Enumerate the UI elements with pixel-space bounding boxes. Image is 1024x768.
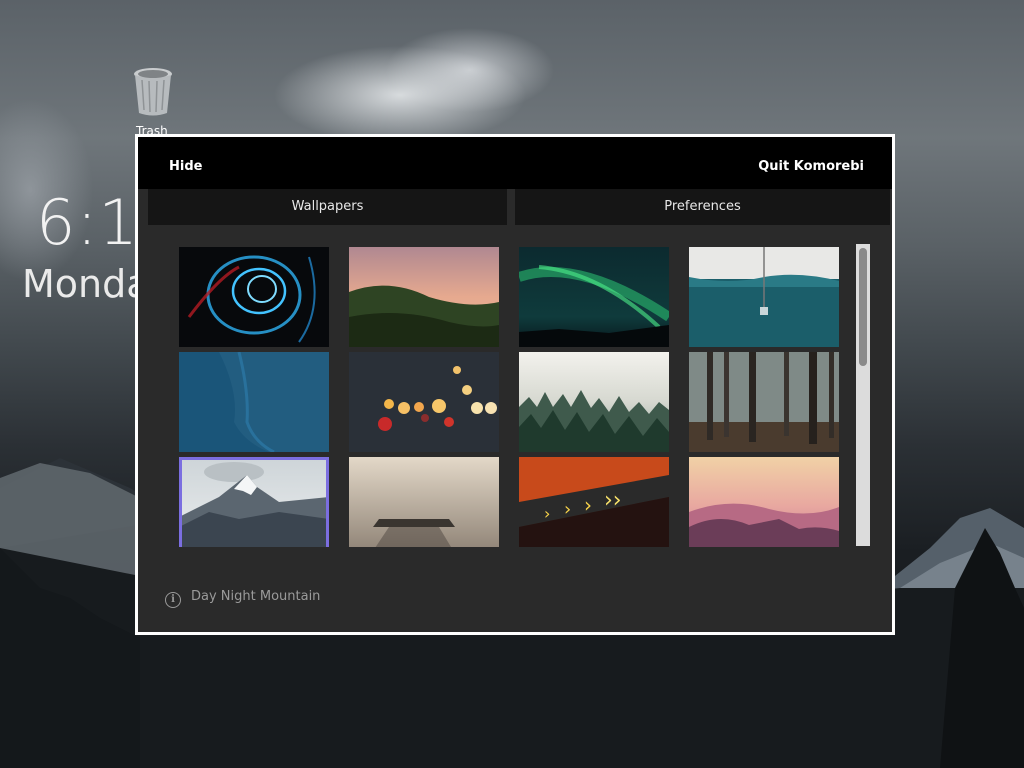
wallpaper-thumb-snowy-mountain-peak[interactable] xyxy=(179,457,329,547)
aurora-borealis-image xyxy=(519,247,669,347)
komorebi-window: Hide Quit Komorebi Wallpapers Preference… xyxy=(135,134,895,635)
selected-wallpaper-name: Day Night Mountain xyxy=(191,589,321,604)
wallpaper-thumb-foggy-pier[interactable] xyxy=(349,457,499,547)
trash-desktop-icon[interactable]: Trash xyxy=(128,66,178,138)
selected-wallpaper-info: i Day Night Mountain xyxy=(165,589,320,608)
wallpaper-grid: › › › ›› xyxy=(138,227,892,547)
foggy-pine-forest-image xyxy=(519,352,669,452)
foggy-pier-image xyxy=(349,457,499,547)
teal-water-lamp-image xyxy=(689,247,839,347)
wallpaper-thumb-city-bokeh-lights[interactable] xyxy=(349,352,499,452)
tab-wallpapers[interactable]: Wallpapers xyxy=(148,189,507,225)
wallpaper-thumb-pink-sunset-mountains[interactable] xyxy=(689,457,839,547)
trash-icon xyxy=(134,68,172,116)
city-bokeh-lights-image xyxy=(349,352,499,452)
wallpaper-thumb-misty-forest-trunks[interactable] xyxy=(689,352,839,452)
window-titlebar: Hide Quit Komorebi xyxy=(138,137,892,189)
wallpaper-thumb-blue-light-swirl[interactable] xyxy=(179,247,329,347)
blue-water-surface-image xyxy=(179,352,329,452)
wallpaper-thumb-tunnel-arrows[interactable]: › › › ›› xyxy=(519,457,669,547)
snowy-mountain-peak-image xyxy=(179,457,329,547)
desktop-clock-day: Monda xyxy=(22,262,150,306)
hide-button[interactable]: Hide xyxy=(169,159,202,174)
desktop-clock-time: 6:1 xyxy=(36,186,139,259)
wallpaper-thumb-foggy-pine-forest[interactable] xyxy=(519,352,669,452)
wallpaper-thumb-aurora-borealis[interactable] xyxy=(519,247,669,347)
quit-komorebi-button[interactable]: Quit Komorebi xyxy=(758,159,864,174)
wallpaper-thumb-teal-water-lamp[interactable] xyxy=(689,247,839,347)
pink-sunset-mountains-image xyxy=(689,457,839,547)
wallpaper-thumb-blue-water-surface[interactable] xyxy=(179,352,329,452)
wallpaper-thumb-sunset-hills[interactable] xyxy=(349,247,499,347)
info-icon: i xyxy=(165,592,181,608)
svg-text:›: › xyxy=(544,504,550,523)
wallpaper-grid-scrollbar[interactable] xyxy=(856,244,870,546)
tunnel-arrows-image: › › › ›› xyxy=(519,457,669,547)
sunset-hills-image xyxy=(349,247,499,347)
misty-forest-trunks-image xyxy=(689,352,839,452)
tab-bar: Wallpapers Preferences xyxy=(148,189,890,227)
scrollbar-thumb[interactable] xyxy=(859,248,867,366)
tab-preferences[interactable]: Preferences xyxy=(515,189,890,225)
blue-light-swirl-image xyxy=(179,247,329,347)
